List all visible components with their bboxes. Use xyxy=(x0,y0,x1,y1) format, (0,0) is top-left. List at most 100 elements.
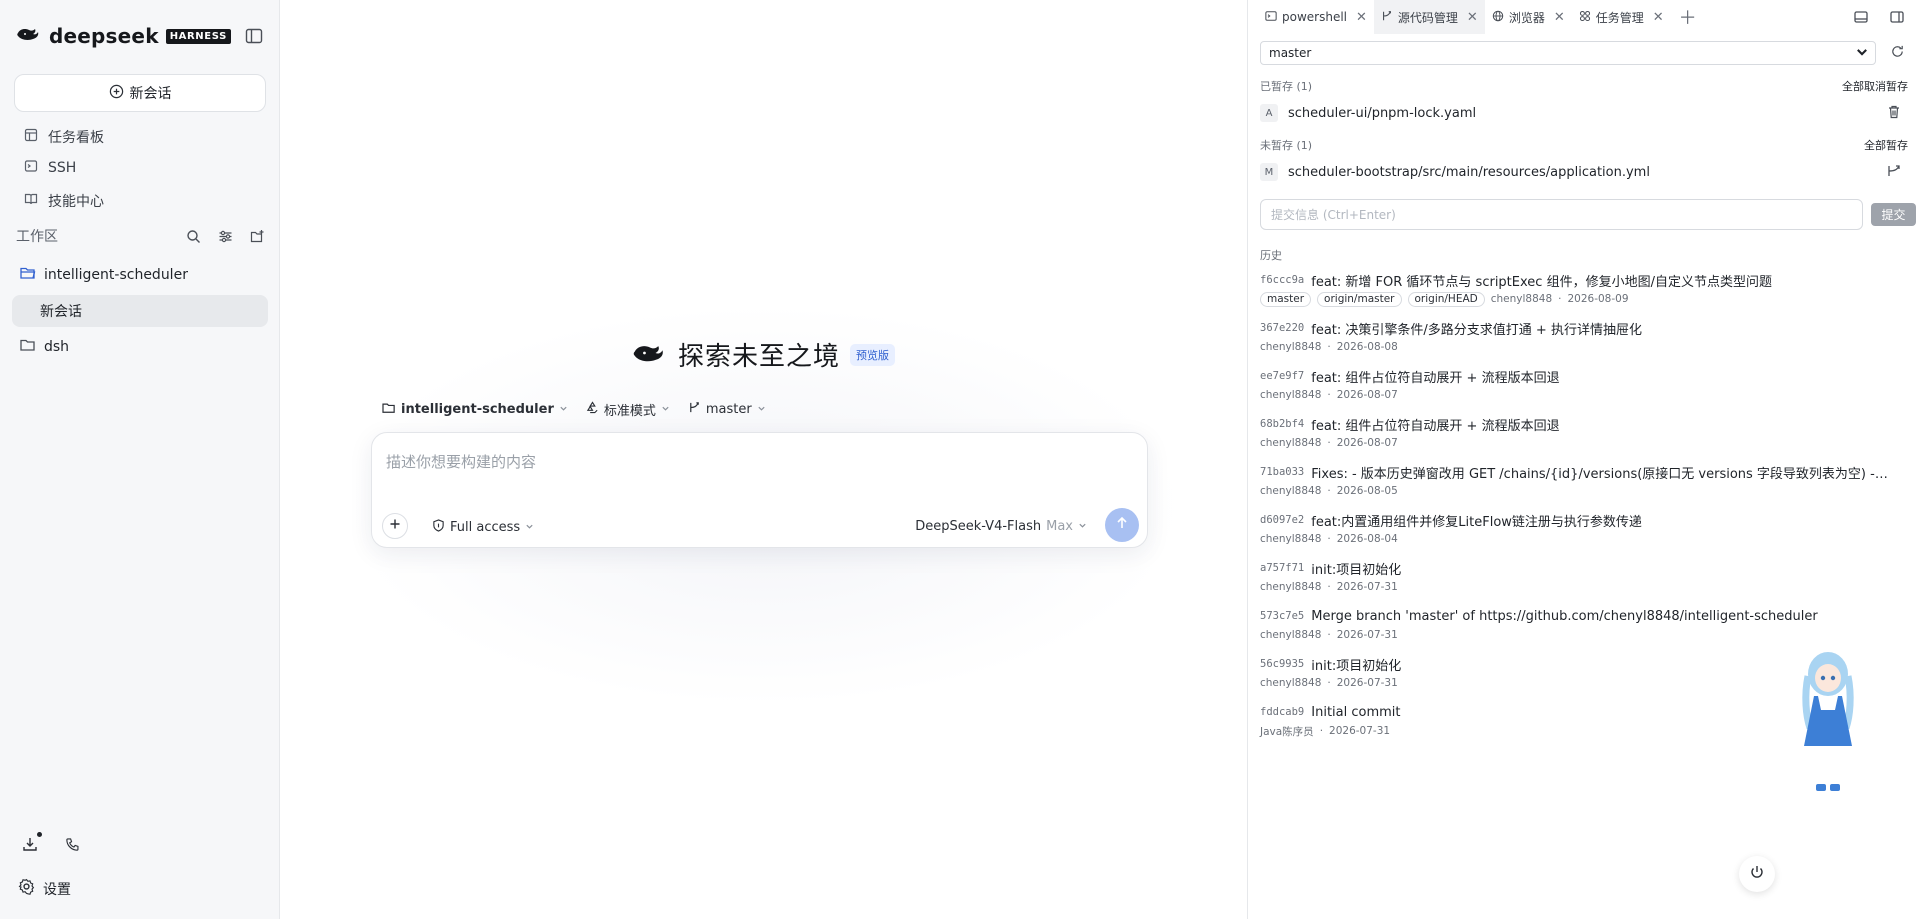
staged-label: 已暂存 (1) xyxy=(1260,80,1313,93)
sidebar-toggle-icon[interactable] xyxy=(244,26,264,46)
project-dsh[interactable]: dsh xyxy=(20,338,69,356)
trash-icon[interactable] xyxy=(1886,104,1904,122)
tab-powershell[interactable]: powershell ✕ xyxy=(1258,0,1374,34)
tab-browser[interactable]: 浏览器 ✕ xyxy=(1485,0,1572,34)
attach-button[interactable] xyxy=(382,513,408,539)
commit-author: Java陈序员 xyxy=(1260,725,1314,738)
git-compare-icon[interactable] xyxy=(1886,163,1904,181)
preview-badge: 预览版 xyxy=(850,343,895,366)
unstaged-file-row[interactable]: M scheduler-bootstrap/src/main/resources… xyxy=(1260,161,1910,183)
sidebar-item-skills[interactable]: 技能中心 xyxy=(24,191,104,211)
project-selector[interactable]: intelligent-scheduler xyxy=(382,400,568,419)
unstage-all-button[interactable]: 全部取消暂存 xyxy=(1842,78,1908,94)
commit-message-input[interactable] xyxy=(1260,199,1863,230)
commit-date: 2026-08-05 xyxy=(1336,485,1398,497)
notification-dot xyxy=(37,832,42,837)
sidebar-item-task-board[interactable]: 任务看板 xyxy=(24,127,104,147)
commit-message: init:项目初始化 xyxy=(1311,562,1402,578)
separator: · xyxy=(1327,485,1331,497)
separator: · xyxy=(1327,533,1331,545)
refresh-icon[interactable] xyxy=(1890,44,1908,62)
commit-row[interactable]: f6ccc9a feat: 新增 FOR 循环节点与 scriptExec 组件，… xyxy=(1260,270,1900,308)
board-icon xyxy=(24,128,38,146)
commit-row[interactable]: 367e220 feat: 决策引擎条件/多路分支求值打通 + 执行详情抽屉化 ch… xyxy=(1260,318,1900,356)
separator: · xyxy=(1327,341,1331,353)
session-item-active[interactable]: 新会话 xyxy=(12,295,268,327)
commit-message: feat: 决策引擎条件/多路分支求值打通 + 执行详情抽屉化 xyxy=(1311,322,1642,338)
file-path: scheduler-ui/pnpm-lock.yaml xyxy=(1288,105,1477,121)
globe-icon xyxy=(1492,10,1504,25)
close-icon[interactable]: ✕ xyxy=(1467,10,1478,25)
commit-author: chenyl8848 xyxy=(1260,341,1322,353)
git-branch-icon xyxy=(688,401,701,418)
commit-hash: ee7e9f7 xyxy=(1260,370,1305,382)
commit-hash: 71ba033 xyxy=(1260,466,1305,478)
mascot-figure xyxy=(1788,640,1868,800)
commit-ref-badge: origin/HEAD xyxy=(1407,291,1485,307)
commit-row[interactable]: 71ba033 Fixes: - 版本历史弹窗改用 GET /chains/{id… xyxy=(1260,462,1900,500)
commit-row[interactable]: 573c7e5 Merge branch 'master' of https://… xyxy=(1260,606,1900,644)
staged-file-row[interactable]: A scheduler-ui/pnpm-lock.yaml xyxy=(1260,102,1910,124)
commit-message: feat: 组件占位符自动展开 + 流程版本回退 xyxy=(1311,418,1560,434)
send-button[interactable] xyxy=(1105,508,1139,542)
mode-selector-label: 标准模式 xyxy=(603,404,656,419)
whale-logo-icon xyxy=(16,24,42,48)
commit-hash: 68b2bf4 xyxy=(1260,418,1305,430)
separator: · xyxy=(1327,437,1331,449)
commit-date: 2026-07-31 xyxy=(1336,677,1398,689)
add-tab-icon[interactable]: ＋ xyxy=(1679,4,1697,30)
search-icon[interactable] xyxy=(184,227,202,245)
commit-row[interactable]: ee7e9f7 feat: 组件占位符自动展开 + 流程版本回退 chenyl884… xyxy=(1260,366,1900,404)
commit-hash: 56c9935 xyxy=(1260,658,1305,670)
close-icon[interactable]: ✕ xyxy=(1653,10,1664,25)
branch-selector[interactable]: master xyxy=(688,400,766,419)
panel-right-layout-icon[interactable] xyxy=(1887,7,1907,27)
close-icon[interactable]: ✕ xyxy=(1356,10,1367,25)
project-intelligent-scheduler[interactable]: intelligent-scheduler xyxy=(20,266,188,284)
separator: · xyxy=(1327,677,1331,689)
model-selector[interactable]: DeepSeek-V4-Flash Max xyxy=(915,519,1087,534)
commit-row[interactable]: a757f71 init:项目初始化 chenyl8848 · 2026-07-31 xyxy=(1260,558,1900,596)
filter-sliders-icon[interactable] xyxy=(216,227,234,245)
commit-message: feat: 组件占位符自动展开 + 流程版本回退 xyxy=(1311,370,1560,386)
composer: Full access DeepSeek-V4-Flash Max xyxy=(371,432,1148,548)
close-icon[interactable]: ✕ xyxy=(1554,10,1565,25)
mode-selector[interactable]: 标准模式 xyxy=(586,400,670,419)
context-chips: intelligent-scheduler 标准模式 master xyxy=(382,400,766,419)
whale-logo-icon xyxy=(632,339,668,371)
panel-bottom-layout-icon[interactable] xyxy=(1851,7,1871,27)
chevron-down-icon xyxy=(559,402,568,417)
stage-all-button[interactable]: 全部暂存 xyxy=(1864,137,1908,153)
commit-hash: d6097e2 xyxy=(1260,514,1305,526)
tab-label: 浏览器 xyxy=(1508,10,1545,25)
separator: · xyxy=(1327,581,1331,593)
branch-dropdown[interactable]: master xyxy=(1260,41,1876,65)
sidebar-item-ssh[interactable]: SSH xyxy=(24,159,76,177)
file-status-badge: M xyxy=(1260,163,1278,181)
terminal-icon xyxy=(24,159,38,177)
commit-message: Fixes: - 版本历史弹窗改用 GET /chains/{id}/versi… xyxy=(1311,466,1892,482)
access-selector[interactable]: Full access xyxy=(432,519,534,536)
tab-source-control[interactable]: 源代码管理 ✕ xyxy=(1373,0,1485,34)
chevron-down-icon xyxy=(661,402,670,417)
new-chat-button[interactable]: 新会话 xyxy=(14,74,266,112)
hero: 探索未至之境 预览版 xyxy=(280,336,1247,373)
phone-icon[interactable] xyxy=(62,834,82,854)
commit-row[interactable]: 68b2bf4 feat: 组件占位符自动展开 + 流程版本回退 chenyl884… xyxy=(1260,414,1900,452)
power-button[interactable] xyxy=(1739,856,1775,892)
commit-row[interactable]: d6097e2 feat:内置通用组件并修复LiteFlow链注册与执行参数传递 c… xyxy=(1260,510,1900,548)
download-icon[interactable] xyxy=(20,832,42,854)
folder-open-icon xyxy=(20,266,36,284)
project-label: dsh xyxy=(44,339,70,355)
commit-date: 2026-08-09 xyxy=(1567,293,1629,305)
app-root: deepseek HARNESS 新会话 任务看板 SSH 技能中心 工作区 i… xyxy=(0,0,1920,919)
prompt-input[interactable] xyxy=(386,447,1126,477)
brand-name: deepseek xyxy=(49,24,159,48)
tab-task-manager[interactable]: 任务管理 ✕ xyxy=(1572,0,1671,34)
tab-label: 源代码管理 xyxy=(1397,10,1458,25)
commit-author: chenyl8848 xyxy=(1260,533,1322,545)
settings-button[interactable]: 设置 xyxy=(18,878,71,899)
commit-button[interactable]: 提交 xyxy=(1871,203,1916,226)
new-folder-icon[interactable] xyxy=(248,227,266,245)
commit-author: chenyl8848 xyxy=(1260,629,1322,641)
